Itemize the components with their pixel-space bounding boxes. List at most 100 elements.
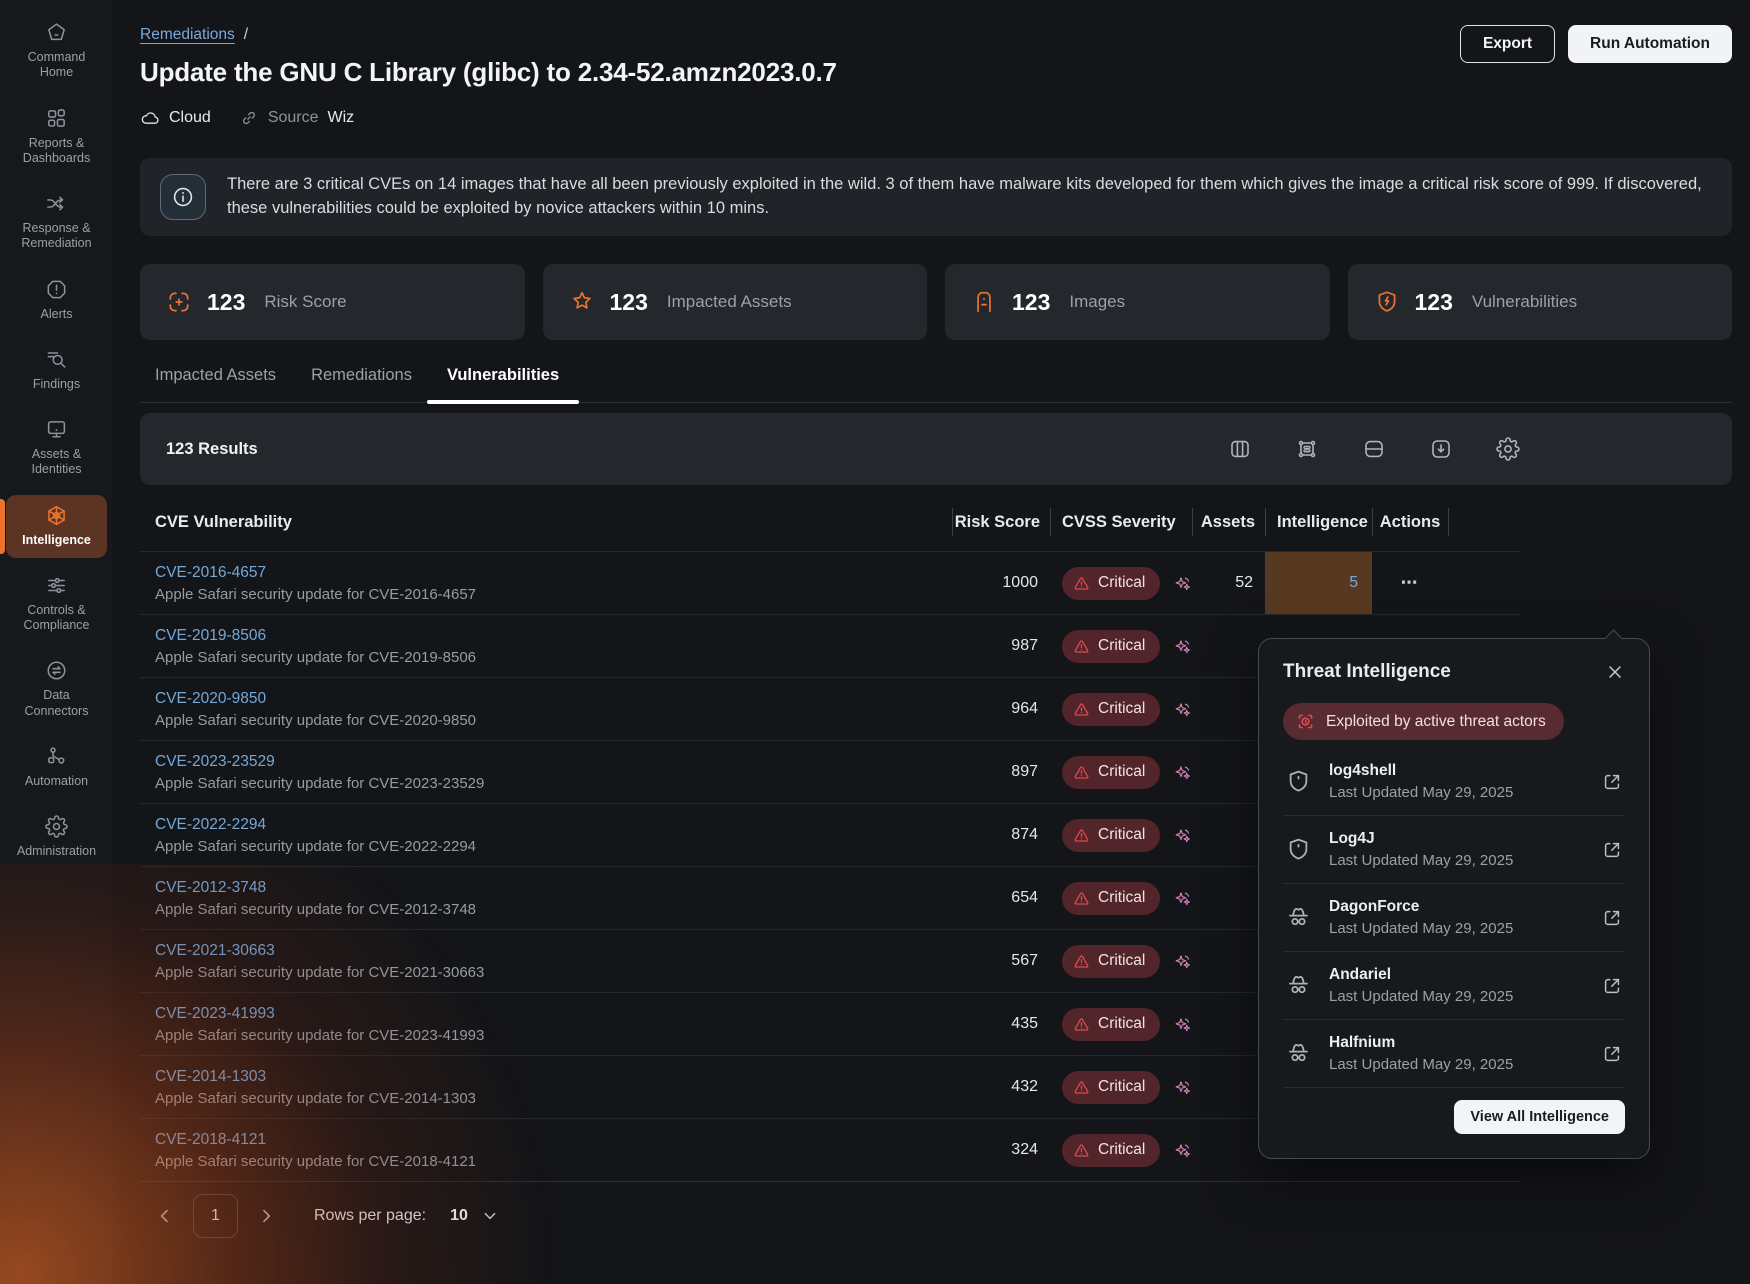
tab[interactable]: Impacted Assets [155, 366, 276, 402]
assets-cell [1192, 678, 1265, 740]
cve-link[interactable]: CVE-2018-4121 [155, 1131, 266, 1149]
severity-cell: Critical [1050, 804, 1192, 866]
stat-card: 123 Risk Score [140, 264, 525, 340]
cve-link[interactable]: CVE-2021-30663 [155, 942, 275, 960]
next-page-icon[interactable] [256, 1206, 276, 1226]
stat-card-value: 123 [610, 289, 648, 316]
cve-link[interactable]: CVE-2019-8506 [155, 627, 266, 645]
intelligence-list-item[interactable]: DagonForce Last Updated May 29, 2025 [1283, 884, 1625, 952]
sidebar-item[interactable]: Response & Remediation [6, 183, 107, 262]
stat-cards: 123 Risk Score 123 Impacted Assets 123 I… [140, 264, 1732, 340]
severity-cell: Critical [1050, 678, 1192, 740]
page-number[interactable]: 1 [193, 1194, 238, 1238]
column-header-risk-score[interactable]: Risk Score [952, 493, 1050, 551]
intelligence-cell[interactable]: 5 [1265, 552, 1372, 614]
sidebar-item[interactable]: Reports & Dashboards [6, 98, 107, 177]
severity-label: Critical [1098, 826, 1145, 844]
external-link-icon[interactable] [1601, 771, 1623, 793]
rows-per-page-value[interactable]: 10 [450, 1207, 468, 1225]
ai-sparkle-icon[interactable] [1174, 1012, 1192, 1037]
close-icon[interactable] [1605, 662, 1625, 682]
cve-link[interactable]: CVE-2020-9850 [155, 690, 266, 708]
column-header-cve[interactable]: CVE Vulnerability [140, 493, 952, 551]
external-link-icon[interactable] [1601, 839, 1623, 861]
external-link-icon[interactable] [1601, 975, 1623, 997]
column-header-assets[interactable]: Assets [1192, 493, 1265, 551]
cve-link[interactable]: CVE-2022-2294 [155, 816, 266, 834]
column-header-actions[interactable]: Actions [1372, 493, 1448, 551]
cve-link[interactable]: CVE-2023-23529 [155, 753, 275, 771]
sidebar-item-icon [45, 192, 68, 215]
stat-card-label: Risk Score [264, 292, 346, 312]
ai-sparkle-icon[interactable] [1174, 571, 1192, 596]
sidebar-item-label: Response & Remediation [10, 221, 103, 252]
column-header-cvss-severity[interactable]: CVSS Severity [1050, 493, 1192, 551]
download-icon[interactable] [1429, 437, 1453, 461]
stat-card-label: Images [1069, 292, 1125, 312]
severity-cell: Critical [1050, 930, 1192, 992]
breadcrumb-remediations-link[interactable]: Remediations [140, 26, 235, 44]
cve-link[interactable]: CVE-2023-41993 [155, 1005, 275, 1023]
ai-sparkle-icon[interactable] [1174, 823, 1192, 848]
cve-description: Apple Safari security update for CVE-202… [155, 1027, 484, 1044]
tab[interactable]: Vulnerabilities [447, 366, 559, 402]
intelligence-list-item[interactable]: Log4J Last Updated May 29, 2025 [1283, 816, 1625, 884]
ai-sparkle-icon[interactable] [1174, 760, 1192, 785]
previous-page-icon[interactable] [155, 1206, 175, 1226]
ai-sparkle-icon[interactable] [1174, 634, 1192, 659]
sidebar-item[interactable]: Data Connectors [6, 650, 107, 729]
severity-badge: Critical [1062, 882, 1160, 915]
external-link-icon[interactable] [1601, 907, 1623, 929]
tab[interactable]: Remediations [311, 366, 412, 402]
intelligence-list-item[interactable]: Andariel Last Updated May 29, 2025 [1283, 952, 1625, 1020]
actor-last-updated: Last Updated May 29, 2025 [1329, 920, 1513, 937]
source-label: Source [268, 109, 319, 127]
rows-per-page-dropdown-icon[interactable] [482, 1208, 498, 1224]
severity-badge: Critical [1062, 819, 1160, 852]
sidebar-item-label: Intelligence [22, 533, 91, 548]
sidebar-item-label: Findings [33, 377, 80, 392]
columns-view-icon[interactable] [1228, 437, 1252, 461]
group-frame-icon[interactable] [1295, 437, 1319, 461]
external-link-icon[interactable] [1601, 1043, 1623, 1065]
severity-cell: Critical [1050, 552, 1192, 614]
meta-row: Cloud Source Wiz [140, 108, 1732, 128]
cve-link[interactable]: CVE-2014-1303 [155, 1068, 266, 1086]
actor-type-icon [1285, 1040, 1312, 1067]
sidebar-item[interactable]: Automation [6, 736, 107, 799]
table-settings-icon[interactable] [1496, 437, 1520, 461]
sidebar-item[interactable]: Assets & Identities [6, 409, 107, 488]
ai-sparkle-icon[interactable] [1174, 1075, 1192, 1100]
severity-badge: Critical [1062, 567, 1160, 600]
intelligence-list-item[interactable]: log4shell Last Updated May 29, 2025 [1283, 748, 1625, 816]
cve-link[interactable]: CVE-2012-3748 [155, 879, 266, 897]
severity-badge: Critical [1062, 693, 1160, 726]
cve-cell: CVE-2023-41993 Apple Safari security upd… [140, 993, 952, 1055]
rows-view-icon[interactable] [1362, 437, 1386, 461]
severity-label: Critical [1098, 763, 1145, 781]
sidebar-item[interactable]: Findings [6, 339, 107, 402]
row-actions-menu[interactable]: ⋯ [1372, 552, 1448, 614]
ai-sparkle-icon[interactable] [1174, 949, 1192, 974]
sidebar: Command Home Reports & Dashboards Respon… [0, 0, 113, 1284]
top-actions: Export Run Automation [1460, 25, 1732, 63]
view-all-intelligence-button[interactable]: View All Intelligence [1454, 1100, 1625, 1134]
actor-name: Halfnium [1329, 1034, 1513, 1052]
run-automation-button[interactable]: Run Automation [1568, 25, 1732, 63]
ai-sparkle-icon[interactable] [1174, 697, 1192, 722]
sidebar-item[interactable]: Intelligence [6, 495, 107, 558]
breadcrumb-separator: / [244, 26, 248, 44]
info-icon-box [160, 174, 206, 220]
cve-link[interactable]: CVE-2016-4657 [155, 564, 266, 582]
stat-card: 123 Images [945, 264, 1330, 340]
sidebar-item[interactable]: Alerts [6, 269, 107, 332]
ai-sparkle-icon[interactable] [1174, 1138, 1192, 1163]
intelligence-list-item[interactable]: Halfnium Last Updated May 29, 2025 [1283, 1020, 1625, 1088]
export-button[interactable]: Export [1460, 25, 1555, 63]
source-value: Wiz [328, 109, 355, 127]
column-header-intelligence[interactable]: Intelligence [1265, 493, 1372, 551]
sidebar-item[interactable]: Administration [6, 806, 107, 869]
ai-sparkle-icon[interactable] [1174, 886, 1192, 911]
sidebar-item[interactable]: Controls & Compliance [6, 565, 107, 644]
sidebar-item[interactable]: Command Home [6, 12, 107, 91]
